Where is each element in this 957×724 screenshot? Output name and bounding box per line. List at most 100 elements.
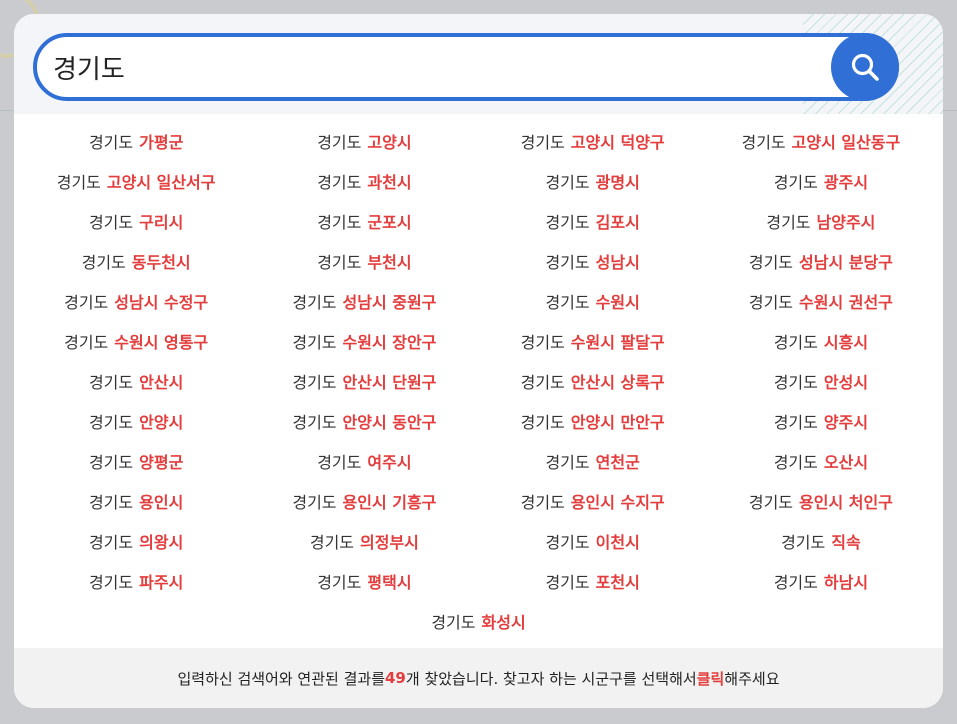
result-province: 경기도 (317, 453, 362, 472)
result-item[interactable]: 경기도 양평군 (22, 441, 250, 481)
result-item[interactable]: 경기도 동두천시 (22, 241, 250, 281)
result-item[interactable]: 경기도 화성시 (22, 601, 935, 641)
result-province: 경기도 (88, 573, 134, 592)
result-item[interactable]: 경기도 수원시 권선구 (707, 281, 935, 321)
result-item[interactable]: 경기도 수원시 팔달구 (479, 321, 707, 361)
click-word: 클릭 (696, 669, 725, 688)
result-city: 평택시 (367, 573, 412, 592)
result-item[interactable]: 경기도 오산시 (707, 441, 935, 481)
search-button[interactable] (831, 33, 899, 101)
result-item[interactable]: 경기도 성남시 분당구 (707, 241, 935, 281)
result-province: 경기도 (88, 533, 134, 552)
result-item[interactable]: 경기도 수원시 영통구 (22, 321, 250, 361)
result-province: 경기도 (292, 293, 337, 312)
result-item[interactable]: 경기도 광명시 (479, 161, 707, 201)
summary-text-prefix: 입력하신 검색어와 연관된 결과를 (177, 669, 385, 688)
result-city: 안양시 (139, 413, 184, 432)
summary-text-middle: 개 찾았습니다. 찾고자 하는 시군구를 선택해서 (405, 669, 697, 688)
result-city: 용인시 기흥구 (342, 493, 437, 512)
result-item[interactable]: 경기도 안산시 (22, 361, 250, 401)
result-province: 경기도 (773, 413, 818, 432)
result-province: 경기도 (545, 573, 590, 592)
result-province: 경기도 (545, 213, 590, 232)
result-item[interactable]: 경기도 고양시 일산서구 (22, 161, 250, 201)
result-city: 용인시 (139, 493, 184, 512)
result-item[interactable]: 경기도 여주시 (250, 441, 478, 481)
search-panel: 경기도가평군경기도고양시경기도고양시 덕양구경기도고양시 일산동구경기도고양시 … (14, 14, 943, 708)
result-city: 의정부시 (360, 533, 419, 552)
result-item[interactable]: 경기도 안양시 (22, 401, 250, 441)
result-item[interactable]: 경기도 남양주시 (707, 201, 935, 241)
result-province: 경기도 (317, 573, 362, 592)
result-item[interactable]: 경기도 용인시 기흥구 (250, 481, 478, 521)
result-city: 김포시 (595, 213, 640, 232)
result-item[interactable]: 경기도 용인시 처인구 (707, 481, 935, 521)
result-city: 이천시 (595, 533, 640, 552)
result-item[interactable]: 경기도 안산시 상록구 (479, 361, 707, 401)
result-item[interactable]: 경기도 의정부시 (250, 521, 478, 561)
result-province: 경기도 (748, 493, 794, 512)
result-item[interactable]: 경기도 고양시 덕양구 (479, 121, 707, 161)
result-city: 안성시 (823, 373, 869, 392)
result-item[interactable]: 경기도 부천시 (250, 241, 478, 281)
result-item[interactable]: 경기도 안산시 단원구 (250, 361, 478, 401)
result-item[interactable]: 경기도 양주시 (707, 401, 935, 441)
result-province: 경기도 (292, 373, 337, 392)
result-item[interactable]: 경기도 안성시 (707, 361, 935, 401)
result-city: 화성시 (481, 613, 526, 632)
result-item[interactable]: 경기도 안양시 만안구 (479, 401, 707, 441)
result-item[interactable]: 경기도 고양시 일산동구 (707, 121, 935, 161)
result-city: 고양시 (367, 133, 412, 152)
result-item[interactable]: 경기도 연천군 (479, 441, 707, 481)
result-province: 경기도 (88, 453, 134, 472)
result-province: 경기도 (773, 373, 818, 392)
result-item[interactable]: 경기도 수원시 장안구 (250, 321, 478, 361)
result-item[interactable]: 경기도 의왕시 (22, 521, 250, 561)
result-item[interactable]: 경기도 파주시 (22, 561, 250, 601)
result-city: 성남시 수정구 (114, 293, 209, 312)
search-input[interactable] (53, 37, 813, 97)
result-city: 고양시 덕양구 (570, 133, 665, 152)
result-province: 경기도 (88, 373, 134, 392)
summary-text-end: 해주세요 (724, 669, 780, 688)
result-item[interactable]: 경기도 시흥시 (707, 321, 935, 361)
result-item[interactable]: 경기도 성남시 수정구 (22, 281, 250, 321)
result-item[interactable]: 경기도 과천시 (250, 161, 478, 201)
result-item[interactable]: 경기도 용인시 수지구 (479, 481, 707, 521)
result-province: 경기도 (292, 493, 337, 512)
result-item[interactable]: 경기도 수원시 (479, 281, 707, 321)
result-item[interactable]: 경기도 직속 (707, 521, 935, 561)
result-item[interactable]: 경기도 고양시 (250, 121, 478, 161)
result-item[interactable]: 경기도 가평군 (22, 121, 250, 161)
result-city: 용인시 처인구 (799, 493, 893, 512)
result-city: 동두천시 (131, 253, 191, 272)
result-item[interactable]: 경기도 포천시 (479, 561, 707, 601)
result-city: 가평군 (139, 133, 184, 152)
result-city: 오산시 (823, 453, 869, 472)
result-item[interactable]: 경기도 군포시 (250, 201, 478, 241)
result-item[interactable]: 경기도 평택시 (250, 561, 478, 601)
result-item[interactable]: 경기도 성남시 중원구 (250, 281, 478, 321)
result-province: 경기도 (748, 253, 794, 272)
result-city: 성남시 (595, 253, 640, 272)
result-city: 양주시 (823, 413, 869, 432)
result-province: 경기도 (545, 533, 590, 552)
result-city: 군포시 (367, 213, 412, 232)
result-item[interactable]: 경기도 이천시 (479, 521, 707, 561)
result-city: 고양시 일산서구 (106, 173, 216, 192)
result-province: 경기도 (292, 413, 337, 432)
result-summary: 입력하신 검색어와 연관된 결과를 49 개 찾았습니다. 찾고자 하는 시군구… (14, 648, 943, 708)
result-item[interactable]: 경기도 성남시 (479, 241, 707, 281)
result-item[interactable]: 경기도 김포시 (479, 201, 707, 241)
result-item[interactable]: 경기도 광주시 (707, 161, 935, 201)
result-item[interactable]: 경기도 용인시 (22, 481, 250, 521)
result-city: 안양시 동안구 (342, 413, 437, 432)
result-item[interactable]: 경기도 하남시 (707, 561, 935, 601)
result-item[interactable]: 경기도 구리시 (22, 201, 250, 241)
result-province: 경기도 (545, 253, 590, 272)
result-province: 경기도 (781, 533, 826, 552)
result-province: 경기도 (88, 213, 134, 232)
result-province: 경기도 (292, 333, 337, 352)
result-city: 안양시 만안구 (570, 413, 665, 432)
result-item[interactable]: 경기도 안양시 동안구 (250, 401, 478, 441)
